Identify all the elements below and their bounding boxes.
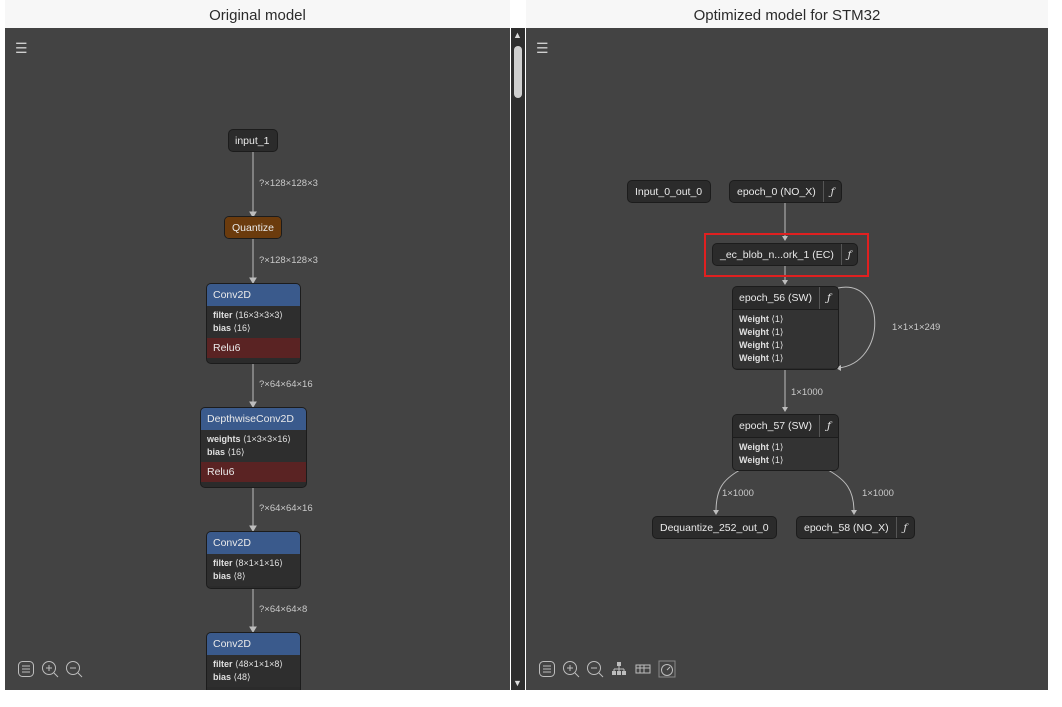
node-label: Conv2D [207,284,300,306]
attr-value: ⟨1⟩ [771,455,784,465]
node-conv2d-2[interactable]: Conv2D filter ⟨8×1×1×16⟩ bias ⟨8⟩ [206,531,301,589]
attr-value: ⟨1⟩ [771,340,784,350]
activation-label: Relu6 [207,338,300,358]
zoom-in-icon[interactable] [562,660,580,678]
attr-value: ⟨16×3×3×3⟩ [235,310,283,320]
list-icon[interactable] [17,660,35,678]
node-label: epoch_58 (NO_X) [804,522,889,534]
function-icon[interactable]: ƒ [840,244,857,265]
hierarchy-icon[interactable] [610,660,628,678]
attr-value: ⟨48⟩ [233,672,251,682]
edge-label: 1×1000 [862,488,894,499]
original-model-canvas[interactable]: ☰ ?×128×128×3 ?×128×128×3 ?×64×64×16 ?×6… [5,28,510,690]
attr-value: ⟨16⟩ [227,447,245,457]
left-toolbar [17,660,83,678]
scrollbar[interactable]: ▲ ▼ [511,28,525,690]
node-label: epoch_57 (SW) [739,420,812,432]
attr-value: ⟨16⟩ [233,323,251,333]
attr-value: ⟨1⟩ [771,314,784,324]
node-depthwiseconv2d[interactable]: DepthwiseConv2D weights ⟨1×3×3×16⟩ bias … [200,407,307,488]
attr-key: bias [213,323,232,333]
right-toolbar [538,660,676,678]
node-label: Conv2D [207,532,300,554]
node-conv2d-3[interactable]: Conv2D filter ⟨48×1×1×8⟩ bias ⟨48⟩ [206,632,301,690]
attr-key: filter [213,659,233,669]
scroll-thumb[interactable] [514,46,522,98]
node-label: Quantize [225,217,281,238]
attr-value: ⟨1⟩ [771,353,784,363]
zoom-out-icon[interactable] [65,660,83,678]
zoom-out-icon[interactable] [586,660,604,678]
node-label: DepthwiseConv2D [201,408,306,430]
scroll-down-arrow-icon[interactable]: ▼ [513,678,522,688]
attr-key: filter [213,558,233,568]
node-dequantize[interactable]: Dequantize_252_out_0 [652,516,777,539]
attr-value: ⟨8⟩ [233,571,246,581]
node-epoch-0[interactable]: epoch_0 (NO_X) ƒ [729,180,842,203]
node-epoch-56[interactable]: epoch_56 (SW) ƒ Weight ⟨1⟩ Weight ⟨1⟩ We… [732,286,839,370]
node-label: _ec_blob_n...ork_1 (EC) [720,249,834,261]
edge-label: 1×1×1×249 [892,322,941,333]
attr-key: Weight [739,442,769,452]
edge-label: ?×64×64×8 [259,604,308,615]
node-label: epoch_56 (SW) [739,292,812,304]
optimized-model-canvas[interactable]: ☰ 1×1×1×249 1×1000 1×1000 1×1000 Input_0… [526,28,1048,690]
node-label: Input_0_out_0 [635,186,703,198]
edge-label: ?×64×64×16 [259,503,313,514]
attr-key: Weight [739,327,769,337]
edge-label: ?×128×128×3 [259,255,318,266]
activation-label: Relu6 [201,462,306,482]
function-icon[interactable]: ƒ [895,517,914,538]
function-icon[interactable]: ƒ [822,181,841,202]
attr-value: ⟨8×1×1×16⟩ [235,558,283,568]
node-epoch-58[interactable]: epoch_58 (NO_X) ƒ [796,516,915,539]
edge-label: 1×1000 [722,488,754,499]
node-quantize[interactable]: Quantize [224,216,282,239]
attr-key: Weight [739,340,769,350]
node-ec-blob[interactable]: _ec_blob_n...ork_1 (EC) ƒ [712,243,858,266]
attr-key: Weight [739,353,769,363]
edge-label: 1×1000 [791,387,823,398]
attr-value: ⟨48×1×1×8⟩ [235,659,283,669]
node-label: input_1 [235,135,270,147]
node-input-1[interactable]: input_1 [228,129,278,152]
node-label: Dequantize_252_out_0 [660,522,769,534]
node-epoch-57[interactable]: epoch_57 (SW) ƒ Weight ⟨1⟩ Weight ⟨1⟩ [732,414,839,471]
attr-value: ⟨1⟩ [771,327,784,337]
node-conv2d-1[interactable]: Conv2D filter ⟨16×3×3×3⟩ bias ⟨16⟩ Relu6 [206,283,301,364]
attr-value: ⟨1×3×3×16⟩ [243,434,291,444]
edge-label: ?×64×64×16 [259,379,313,390]
attr-key: filter [213,310,233,320]
node-label: epoch_0 (NO_X) [737,186,816,198]
edge-label: ?×128×128×3 [259,178,318,189]
attr-value: ⟨1⟩ [771,442,784,452]
layout-icon[interactable] [634,660,652,678]
attr-key: bias [213,672,232,682]
list-icon[interactable] [538,660,556,678]
gauge-icon[interactable] [658,660,676,678]
left-pane-title: Original model [5,0,510,28]
function-icon[interactable]: ƒ [819,415,838,437]
scroll-up-arrow-icon[interactable]: ▲ [513,30,522,40]
function-icon[interactable]: ƒ [819,287,838,309]
attr-key: Weight [739,314,769,324]
attr-key: bias [213,571,232,581]
node-label: Conv2D [207,633,300,655]
right-pane-title: Optimized model for STM32 [526,0,1048,28]
attr-key: Weight [739,455,769,465]
node-input-0-out-0[interactable]: Input_0_out_0 [627,180,711,203]
zoom-in-icon[interactable] [41,660,59,678]
attr-key: weights [207,434,241,444]
attr-key: bias [207,447,226,457]
